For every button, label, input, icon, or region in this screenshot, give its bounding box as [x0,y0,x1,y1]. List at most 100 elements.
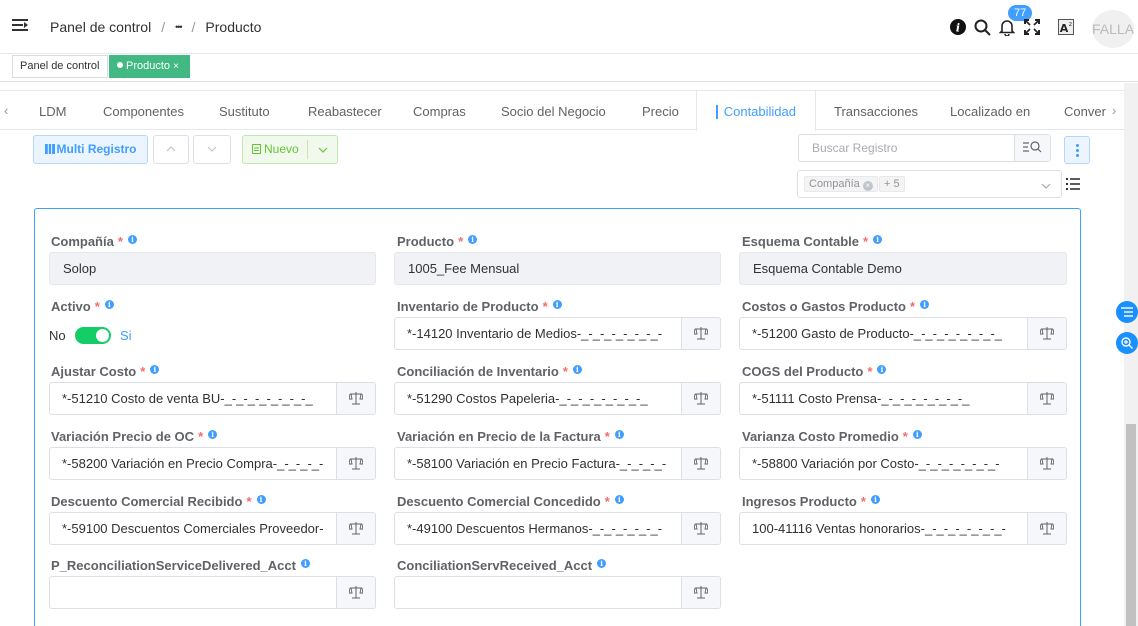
tab-compras[interactable]: Compras [413,91,466,131]
account-lookup-button[interactable] [681,577,720,608]
service-delivered-field[interactable] [49,576,376,609]
account-lookup-button[interactable] [1027,383,1066,414]
costs-label: Costos o Gastos Producto * i [742,299,930,314]
info-icon[interactable]: i [920,300,930,309]
record-list-button[interactable] [1116,301,1138,323]
search-button[interactable] [1014,135,1050,161]
tab-componentes[interactable]: Componentes [103,91,184,131]
multi-record-button[interactable]: Multi Registro [33,135,148,164]
info-icon[interactable]: i [870,495,880,504]
company-label: Compañía * i [51,234,137,249]
breadcrumb: Panel de control / ••• / Producto [50,19,262,36]
bell-icon[interactable] [999,19,1015,36]
translate-icon[interactable]: Az [1058,19,1074,35]
zoom-button[interactable] [1116,332,1138,354]
account-lookup-button[interactable] [336,577,375,608]
tab-sustituto[interactable]: Sustituto [219,91,270,131]
tab-conversion[interactable]: Conver [1064,91,1106,131]
info-icon[interactable]: i [912,430,922,439]
account-lookup-button[interactable] [336,383,375,414]
tab-socio-del-negocio[interactable]: Socio del Negocio [501,91,606,131]
tab-transacciones[interactable]: Transacciones [834,91,918,131]
search-input[interactable] [799,135,1015,161]
tab-contabilidad[interactable]: Contabilidad [696,91,816,131]
scale-icon [349,457,363,470]
account-lookup-button[interactable] [681,383,720,414]
account-lookup-button[interactable] [1027,318,1066,349]
info-icon[interactable]: i [552,300,562,309]
invoice-price-variance-field[interactable]: *-58100 Variación en Precio Factura-_-_-… [394,447,721,480]
chevron-down-icon[interactable] [318,147,328,153]
info-icon[interactable]: i [468,235,478,244]
info-icon[interactable]: i [597,559,607,568]
account-lookup-button[interactable] [1027,513,1066,544]
inventory-reconciliation-field[interactable]: *-51290 Costos Papeleria-_-_-_-_-_-_-_-_ [394,382,721,415]
document-icon [252,144,261,154]
info-icon[interactable]: i [614,430,624,439]
tab-reabastecer[interactable]: Reabastecer [308,91,382,131]
scale-icon [349,586,363,599]
info-icon[interactable]: i [950,19,966,35]
breadcrumb-home[interactable]: Panel de control [50,19,151,36]
scale-icon [694,327,708,340]
tab-precio[interactable]: Precio [642,91,679,131]
info-icon[interactable]: i [300,559,310,568]
scrollbar-thumb[interactable] [1126,424,1136,626]
account-lookup-button[interactable] [681,318,720,349]
active-label: Activo * i [51,299,114,314]
breadcrumb-ellipsis[interactable]: ••• [175,19,183,36]
adjust-cost-account-field[interactable]: *-51210 Costo de venta BU-_-_-_-_-_-_-_-… [49,382,376,415]
chevron-left-icon[interactable]: ‹ [4,103,8,118]
service-received-field[interactable] [394,576,721,609]
filter-chip-company: Compañía × [804,176,878,192]
scale-icon [349,392,363,405]
product-revenue-field[interactable]: 100-41116 Ventas honorarios-_-_-_-_-_-_-… [739,512,1067,545]
info-icon[interactable]: i [104,300,114,309]
chevron-down-icon[interactable] [1041,183,1051,189]
info-icon[interactable]: i [127,235,137,244]
trade-discount-received-field[interactable]: *-59100 Descuentos Comerciales Proveedor… [49,512,376,545]
search-icon[interactable] [974,19,991,36]
trade-discount-granted-field[interactable]: *-49100 Descuentos Hermanos-_-_-_-_-_-_- [394,512,721,545]
account-lookup-button[interactable] [681,513,720,544]
navbar: Panel de control / ••• / Producto i 77 A… [0,0,1138,54]
table-icon [44,144,55,154]
tab-ldm[interactable]: LDM [39,91,66,131]
new-record-button[interactable]: Nuevo [242,135,338,164]
tag-label: Panel de control [20,60,100,72]
account-lookup-button[interactable] [1027,448,1066,479]
costs-account-field[interactable]: *-51200 Gasto de Producto-_-_-_-_-_-_-_-… [739,317,1067,350]
tags-view: Panel de control Producto × [0,54,1138,82]
next-record-button[interactable] [193,135,231,164]
info-icon[interactable]: i [150,365,160,374]
info-icon[interactable]: i [614,495,624,504]
info-icon[interactable]: i [572,365,582,374]
service-received-label: ConciliationServReceived_Acct i [397,558,607,573]
info-icon[interactable]: i [873,235,883,244]
info-icon[interactable]: i [877,365,887,374]
account-lookup-button[interactable] [336,513,375,544]
tab-localizado-en[interactable]: Localizado en [950,91,1030,131]
po-price-variance-field[interactable]: *-58200 Variación en Precio Compra-_-_-_… [49,447,376,480]
info-icon[interactable]: i [208,430,218,439]
chevron-right-icon[interactable]: › [1112,103,1116,118]
close-icon[interactable]: × [862,181,873,191]
cogs-account-field[interactable]: *-51111 Costo Prensa-_-_-_-_-_-_-_-_ [739,382,1067,415]
inventory-account-field[interactable]: *-14120 Inventario de Medios-_-_-_-_-_-_… [394,317,721,350]
close-icon[interactable]: × [173,61,179,72]
fullscreen-icon[interactable] [1024,19,1040,35]
field-filter-select[interactable]: Compañía × + 5 [797,170,1062,198]
tag-producto[interactable]: Producto × [109,55,190,78]
list-settings-icon[interactable] [1066,178,1080,190]
account-lookup-button[interactable] [336,448,375,479]
active-switch[interactable] [75,327,111,344]
average-cost-variance-field[interactable]: *-58800 Variación por Costo-_-_-_-_-_-_-… [739,447,1067,480]
tag-panel-de-control[interactable]: Panel de control [12,55,108,78]
account-lookup-button[interactable] [681,448,720,479]
previous-record-button[interactable] [153,135,189,164]
info-icon[interactable]: i [256,495,266,504]
hamburger-icon[interactable] [12,19,28,33]
more-options-button[interactable] [1064,136,1090,164]
invoice-price-variance-label: Variación en Precio de la Factura * i [397,429,624,444]
avatar[interactable]: FALLA [1092,10,1134,48]
